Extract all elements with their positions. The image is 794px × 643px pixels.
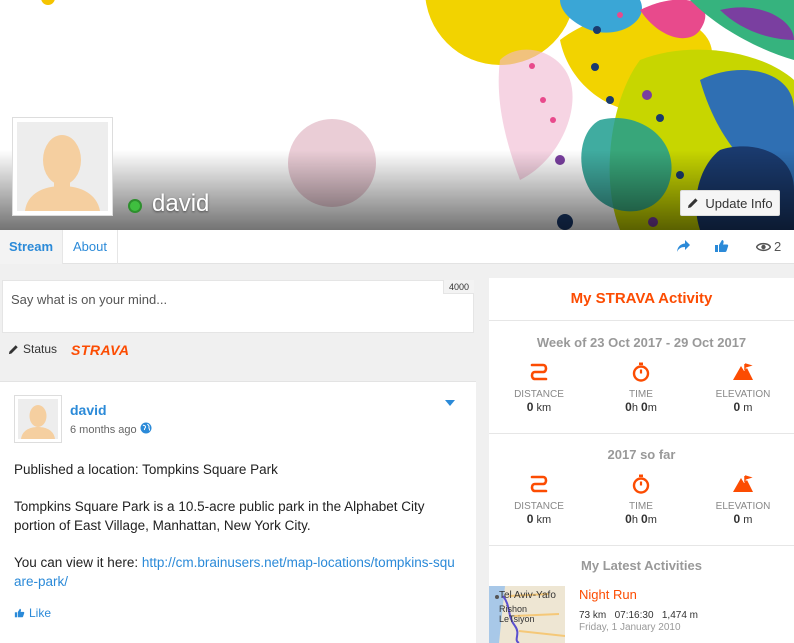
activity-map-thumbnail[interactable]: Tel Aviv-Yafo Rishon LeTsiyon xyxy=(489,586,565,643)
default-avatar-icon xyxy=(18,399,58,439)
pencil-icon xyxy=(8,344,18,354)
strava-year-title: 2017 so far xyxy=(607,447,676,462)
map-label: LeTsiyon xyxy=(499,614,535,624)
strava-panel-title: My STRAVA Activity xyxy=(570,290,713,307)
stream-post: david 6 months ago Published a location:… xyxy=(0,381,476,643)
elevation-mountain-icon xyxy=(733,475,753,492)
divider xyxy=(489,545,794,546)
chevron-down-icon[interactable] xyxy=(445,400,455,406)
distance-value: 0 km xyxy=(526,400,552,414)
post-timestamp[interactable]: 6 months ago xyxy=(70,424,137,436)
profile-page: david Update Info Stream About 2 4000 St… xyxy=(0,0,794,643)
post-text-line: Published a location: Tompkins Square Pa… xyxy=(14,462,278,477)
distance-route-icon xyxy=(530,363,548,381)
activity-distance: 73 km xyxy=(579,610,607,621)
divider xyxy=(489,433,794,434)
post-like-button[interactable]: Like xyxy=(14,606,51,620)
week-time-stat: TIME 0h 0m xyxy=(601,362,681,414)
update-info-label: Update Info xyxy=(705,195,773,211)
post-body: Published a location: Tompkins Square Pa… xyxy=(14,460,462,609)
post-text-line: You can view it here: http://cm.brainuse… xyxy=(14,553,462,591)
elevation-mountain-icon xyxy=(733,363,753,380)
post-like-label: Like xyxy=(29,606,52,620)
time-label: TIME xyxy=(629,501,653,512)
map-label: Tel Aviv-Yafo xyxy=(499,590,556,601)
views-count: 2 xyxy=(774,239,782,254)
strava-activity-panel: My STRAVA Activity Week of 23 Oct 2017 -… xyxy=(489,278,794,643)
activity-name-link[interactable]: Night Run xyxy=(579,587,637,602)
post-link-prefix: You can view it here: xyxy=(14,555,142,570)
share-icon[interactable] xyxy=(676,239,691,253)
route-map-image: Tel Aviv-Yafo Rishon LeTsiyon xyxy=(489,586,565,643)
distance-value: 0 km xyxy=(526,512,552,526)
week-distance-stat: DISTANCE 0 km xyxy=(499,362,579,414)
activity-stats: 73 km 07:16:30 1,474 m xyxy=(579,610,698,621)
profile-name: david xyxy=(152,190,210,217)
year-elevation-stat: ELEVATION 0 m xyxy=(703,474,783,526)
views-counter: 2 xyxy=(756,239,781,254)
profile-avatar[interactable] xyxy=(12,117,113,216)
stopwatch-icon xyxy=(632,362,650,382)
elevation-value: 0 m xyxy=(733,512,753,526)
thumbs-up-icon[interactable] xyxy=(714,239,729,253)
status-input[interactable] xyxy=(2,280,474,333)
post-text-line: Tompkins Square Park is a 10.5-acre publ… xyxy=(14,499,425,533)
cover-photo xyxy=(0,0,794,230)
thumbs-up-icon xyxy=(14,608,25,618)
divider xyxy=(489,320,794,321)
year-distance-stat: DISTANCE 0 km xyxy=(499,474,579,526)
distance-label: DISTANCE xyxy=(514,389,564,400)
year-time-stat: TIME 0h 0m xyxy=(601,474,681,526)
post-author-avatar[interactable] xyxy=(14,395,62,443)
latest-activities-title: My Latest Activities xyxy=(581,558,702,573)
tab-about[interactable]: About xyxy=(64,230,118,264)
time-value: 0h 0m xyxy=(625,512,657,526)
profile-tabbar: Stream About xyxy=(0,230,794,264)
elevation-value: 0 m xyxy=(733,400,753,414)
pencil-icon xyxy=(688,198,698,208)
time-label: TIME xyxy=(629,389,653,400)
default-avatar-icon xyxy=(17,122,108,211)
update-info-button[interactable]: Update Info xyxy=(680,190,780,216)
post-author-name[interactable]: david xyxy=(70,402,107,418)
distance-route-icon xyxy=(530,475,548,493)
online-status-indicator xyxy=(128,199,142,213)
activity-elevation: 1,474 m xyxy=(661,610,698,621)
stopwatch-icon xyxy=(632,474,650,494)
activity-duration: 07:16:30 xyxy=(614,610,654,621)
strava-tab-logo[interactable]: STRAVA xyxy=(71,342,129,358)
status-tab[interactable]: Status xyxy=(8,342,57,356)
globe-icon xyxy=(140,422,152,434)
elevation-label: ELEVATION xyxy=(715,501,771,512)
elevation-label: ELEVATION xyxy=(715,389,771,400)
week-elevation-stat: ELEVATION 0 m xyxy=(703,362,783,414)
distance-label: DISTANCE xyxy=(514,501,564,512)
char-limit-counter: 4000 xyxy=(443,280,474,294)
map-label: Rishon xyxy=(499,604,527,614)
time-value: 0h 0m xyxy=(625,400,657,414)
tab-stream[interactable]: Stream xyxy=(0,230,63,264)
activity-date: Friday, 1 January 2010 xyxy=(579,622,681,633)
status-tab-label: Status xyxy=(23,342,58,356)
strava-week-title: Week of 23 Oct 2017 - 29 Oct 2017 xyxy=(536,335,747,350)
eye-icon xyxy=(756,242,771,251)
cover-gradient xyxy=(0,150,794,230)
